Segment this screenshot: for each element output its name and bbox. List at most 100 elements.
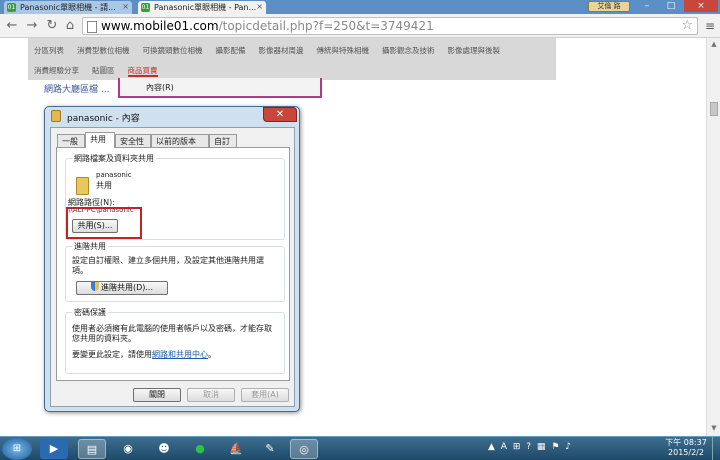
clock-time: 下午 08:37: [665, 438, 707, 447]
apply-button[interactable]: 套用(A): [241, 388, 289, 402]
tab-close-icon[interactable]: ×: [122, 2, 129, 11]
tab-title: Panasonic單眼相機 - Pan...: [154, 3, 257, 12]
media-player-icon[interactable]: ▶: [40, 439, 68, 459]
scroll-up-icon[interactable]: ▲: [707, 40, 720, 48]
folder-icon: [51, 110, 61, 122]
maximize-button[interactable]: □: [660, 0, 682, 12]
network-sharing-group: 網路檔案及資料夾共用 panasonic 共用 網路路徑(N): \\ALT-P…: [65, 153, 285, 240]
site-nav-link[interactable]: 商品買賣: [127, 66, 158, 77]
folder-name: panasonic: [96, 171, 132, 179]
context-menu: 內容(R): [118, 78, 322, 98]
start-button[interactable]: ⊞: [2, 438, 32, 460]
tab-close-icon[interactable]: ×: [256, 2, 263, 11]
background-snippet: 網路大廳區檔 ...: [44, 85, 110, 95]
change-setting-text: 要變更此設定，請使用網路和共用中心。: [72, 349, 216, 360]
tab-security[interactable]: 安全性: [115, 134, 151, 147]
group-legend: 密碼保護: [72, 307, 108, 318]
cancel-button[interactable]: 取消: [187, 388, 235, 402]
system-tray: ▲ A ⊞ ? ▦ ⚑ ♪: [488, 442, 656, 456]
reload-icon[interactable]: ↻: [44, 18, 60, 34]
advanced-sharing-label: 進階共用(D)...: [100, 283, 154, 292]
tab-title: Panasonic單眼相機 - 請...: [20, 3, 116, 12]
volume-icon[interactable]: ♪: [565, 442, 571, 452]
change-prefix: 要變更此設定，請使用: [72, 350, 152, 359]
advanced-sharing-group: 進階共用 設定自訂權限、建立多個共用，及設定其他進階共用選 項。 進階共用(D)…: [65, 241, 285, 302]
input-indicator[interactable]: A: [501, 442, 507, 452]
password-desc-line2: 您共用的資料夾。: [72, 334, 136, 343]
back-arrow-icon[interactable]: ←: [4, 18, 20, 34]
url-path: /topicdetail.php?f=250&t=3749421: [218, 19, 434, 33]
highlight-box: [66, 207, 142, 239]
sailboat-app-icon[interactable]: ⛵: [222, 439, 250, 459]
password-protection-group: 密碼保護 使用者必須擁有此電腦的使用者帳戶以及密碼，才能存取 您共用的資料夾。 …: [65, 307, 285, 374]
forward-arrow-icon[interactable]: →: [24, 18, 40, 34]
site-nav-link[interactable]: 傳統與特殊相機: [317, 46, 370, 55]
dialog-body: 一般 共用 安全性 以前的版本 自訂 網路檔案及資料夾共用 panasonic …: [50, 127, 295, 407]
site-nav-link[interactable]: 分區列表: [34, 46, 64, 55]
advanced-desc-line1: 設定自訂權限、建立多個共用，及設定其他進階共用選: [72, 256, 264, 265]
ime-icon[interactable]: ⊞: [513, 442, 521, 452]
scrollbar-thumb[interactable]: [710, 102, 718, 116]
context-menu-properties[interactable]: 內容(R): [146, 82, 174, 93]
site-nav-link[interactable]: 貼圖區: [92, 66, 115, 75]
group-legend: 網路檔案及資料夾共用: [72, 153, 156, 164]
folder-status: 共用: [96, 181, 112, 190]
clock[interactable]: 下午 08:37 2015/2/2: [664, 438, 708, 458]
network-icon[interactable]: ▦: [537, 442, 546, 452]
site-nav-link[interactable]: 消費經驗分享: [34, 66, 79, 75]
nav-row-1: 分區列表 消費型數位相機 可換鏡頭數位相機 攝影配備 影像器材周邊 傳統與特殊相機 攝影觀念…: [34, 45, 513, 56]
paint-app-icon[interactable]: ✎: [256, 439, 284, 459]
tab-previous-versions[interactable]: 以前的版本: [151, 134, 209, 147]
mobile01-favicon-icon: 01: [141, 3, 150, 12]
tab-sharing[interactable]: 共用: [85, 132, 115, 148]
url-host: www.mobile01.com: [101, 19, 219, 33]
minimize-button[interactable]: –: [636, 0, 658, 12]
line-icon[interactable]: ●: [186, 439, 214, 459]
bookmark-star-icon[interactable]: ☆: [681, 18, 693, 33]
site-nav-link[interactable]: 攝影觀念及技術: [382, 46, 435, 55]
site-nav-link[interactable]: 影像處理與後製: [448, 46, 501, 55]
url-text[interactable]: www.mobile01.com/topicdetail.php?f=250&t…: [101, 19, 434, 33]
change-suffix: 。: [208, 350, 216, 359]
tab-customize[interactable]: 自訂: [209, 134, 237, 147]
site-nav-link[interactable]: 消費型數位相機: [77, 46, 130, 55]
sharing-panel: 網路檔案及資料夾共用 panasonic 共用 網路路徑(N): \\ALT-P…: [56, 147, 290, 381]
vertical-scrollbar[interactable]: ▲ ▼: [706, 38, 720, 436]
show-desktop-button[interactable]: [712, 437, 720, 460]
site-nav-link[interactable]: 攝影配備: [216, 46, 246, 55]
properties-dialog: panasonic - 內容 ✕ 一般 共用 安全性 以前的版本 自訂 網路檔案…: [44, 106, 300, 412]
camera-app-icon[interactable]: ◉: [114, 439, 142, 459]
address-bar[interactable]: www.mobile01.com/topicdetail.php?f=250&t…: [82, 17, 698, 35]
chrome-icon[interactable]: ◎: [290, 439, 318, 459]
scroll-down-icon[interactable]: ▼: [707, 424, 720, 432]
qq-icon[interactable]: ☻: [150, 439, 178, 459]
home-icon[interactable]: ⌂: [62, 18, 78, 34]
shared-folder-icon: [76, 177, 89, 195]
tab-general[interactable]: 一般: [57, 134, 85, 147]
help-icon[interactable]: ?: [526, 442, 531, 452]
dialog-title: panasonic - 內容: [67, 114, 140, 124]
network-sharing-center-link[interactable]: 網路和共用中心: [152, 350, 208, 359]
nav-row-2: 消費經驗分享 貼圖區 商品買賣: [34, 65, 171, 77]
tray-expand-icon[interactable]: ▲: [488, 442, 495, 452]
browser-tab-2[interactable]: 01 Panasonic單眼相機 - Pan... ×: [138, 1, 266, 14]
tab-strip: 01 Panasonic單眼相機 - 請... × 01 Panasonic單眼…: [0, 0, 720, 14]
flag-icon[interactable]: ⚑: [551, 442, 559, 452]
uac-shield-icon: [90, 282, 99, 291]
menu-icon[interactable]: ≡: [703, 19, 717, 33]
clock-date: 2015/2/2: [668, 448, 704, 457]
browser-tab-1[interactable]: 01 Panasonic單眼相機 - 請... ×: [4, 1, 132, 14]
browser-toolbar: ← → ↻ ⌂ www.mobile01.com/topicdetail.php…: [0, 14, 720, 38]
dialog-close-button[interactable]: ✕: [263, 107, 297, 122]
page-icon: [87, 21, 97, 33]
site-nav-link[interactable]: 影像器材周邊: [259, 46, 304, 55]
mobile01-favicon-icon: 01: [7, 3, 16, 12]
file-explorer-icon[interactable]: ▤: [78, 439, 106, 459]
user-badge[interactable]: 艾倫 路: [588, 1, 630, 12]
close-window-button[interactable]: ×: [684, 0, 718, 12]
site-navigation: 分區列表 消費型數位相機 可換鏡頭數位相機 攝影配備 影像器材周邊 傳統與特殊相機 攝影觀念…: [28, 38, 556, 80]
advanced-sharing-button[interactable]: 進階共用(D)...: [76, 281, 168, 295]
advanced-desc-line2: 項。: [72, 266, 88, 275]
site-nav-link[interactable]: 可換鏡頭數位相機: [143, 46, 203, 55]
close-button[interactable]: 關閉: [133, 388, 181, 402]
